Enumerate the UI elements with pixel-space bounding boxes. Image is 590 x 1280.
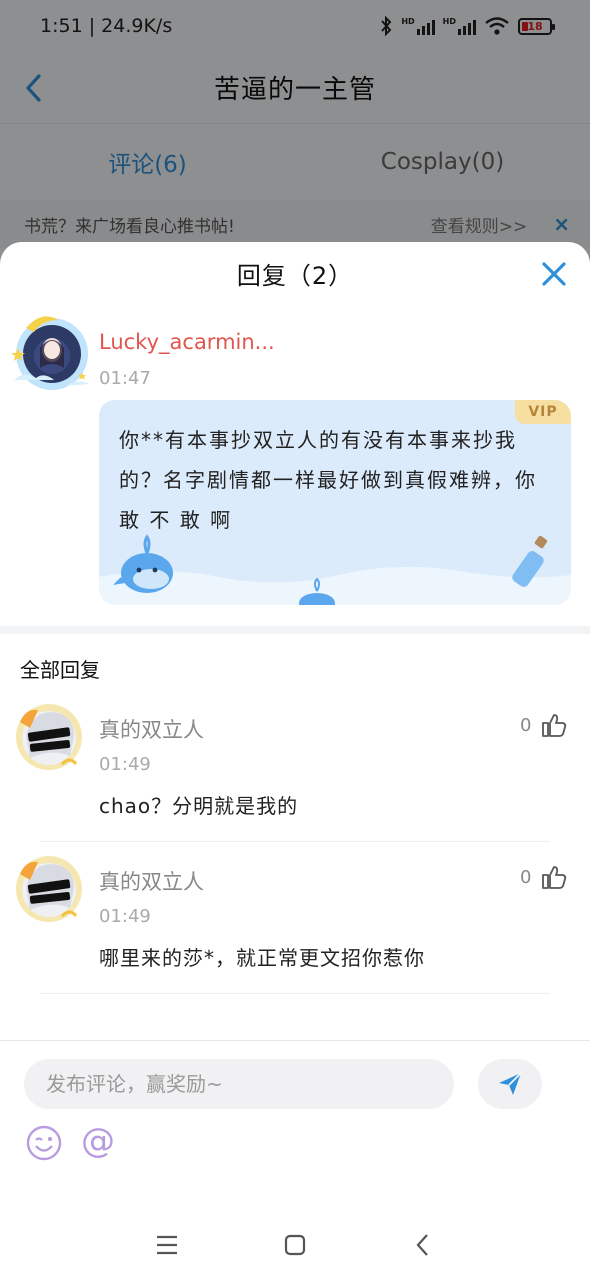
reply-username[interactable]: 真的双立人 [99,714,204,744]
reply-avatar[interactable] [12,700,86,774]
like-count: 0 [520,714,532,736]
section-divider [0,626,590,634]
reply-text: chao？分明就是我的 [99,794,299,818]
like-icon [542,714,567,737]
comment-input[interactable] [24,1059,454,1109]
menu-button[interactable] [152,1230,182,1260]
back-nav-button[interactable] [408,1230,438,1260]
all-replies-title: 全部回复 [20,658,100,682]
reply-text: 哪里来的莎*，就正常更文招你惹你 [99,946,425,970]
op-comment-text: 你**有本事抄双立人的有没有本事来抄我的？名字剧情都一样最好做到真假难辨，你 敢… [119,428,537,532]
back-icon [416,1234,428,1256]
send-icon [499,1072,522,1095]
reply-avatar[interactable] [12,852,86,926]
reply-divider [40,993,550,994]
bubble-decoration [99,534,571,605]
close-icon [542,262,566,286]
sheet-title: 回复（2） [236,262,354,290]
emoji-icon [26,1125,62,1161]
menu-icon [157,1235,177,1255]
reply-item: 真的双立人 01:49 chao？分明就是我的 0 [0,692,590,842]
like-count: 0 [520,866,532,888]
like-icon [542,866,567,889]
close-button[interactable] [536,256,572,292]
op-comment-bubble: VIP 你**有本事抄双立人的有没有本事来抄我的？名字剧情都一样最好做到真假难辨… [99,400,571,605]
system-nav-bar [0,1208,590,1280]
reply-divider [40,841,550,842]
home-button[interactable] [280,1230,310,1260]
mention-button[interactable]: @ [78,1121,118,1161]
like-button[interactable]: 0 [520,712,567,738]
reply-item: 真的双立人 01:49 哪里来的莎*，就正常更文招你惹你 0 [0,844,590,994]
like-button[interactable]: 0 [520,864,567,890]
reply-timestamp: 01:49 [99,754,151,775]
reply-username[interactable]: 真的双立人 [99,866,204,896]
op-timestamp: 01:47 [99,368,151,389]
emoji-button[interactable] [26,1125,62,1161]
op-avatar[interactable] [4,304,96,396]
op-username[interactable]: Lucky_acarmin... [99,330,275,354]
comment-input-area: @ [0,1040,590,1208]
send-button[interactable] [478,1059,542,1109]
home-icon [284,1234,306,1256]
reply-timestamp: 01:49 [99,906,151,927]
